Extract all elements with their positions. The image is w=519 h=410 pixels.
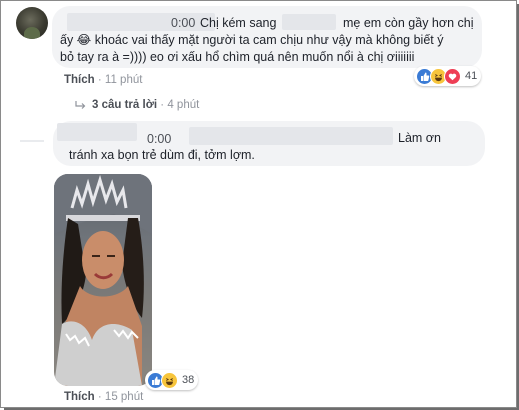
audio-time: 0:00 — [147, 132, 172, 146]
comment-time[interactable]: 15 phút — [105, 391, 143, 403]
reaction-count: 38 — [182, 374, 195, 386]
comment-photo[interactable] — [54, 174, 152, 386]
replies-count-label: 3 câu trả lời — [92, 99, 158, 111]
comment-text-line: ấy 😂 khoác vai thấy mặt người ta cam chị… — [60, 33, 444, 47]
like-link[interactable]: Thích — [64, 74, 95, 86]
meta-separator: · — [97, 74, 102, 86]
meta-separator: · — [97, 391, 102, 403]
reply-arrow-icon — [75, 101, 86, 109]
audio-time: 0:00 — [171, 16, 196, 30]
avatar-placeholder — [20, 140, 44, 142]
comment-text-part: mẹ em còn gầy hơn chị — [343, 16, 474, 30]
haha-icon — [161, 371, 178, 389]
love-icon — [444, 67, 461, 85]
comment-text-part: Chị kém sang — [200, 16, 277, 30]
comment-time[interactable]: 11 phút — [105, 74, 143, 86]
comment-bubble: 0:00 Chị kém sang mẹ em còn gầy hơn chị … — [52, 6, 482, 68]
comment-bubble: 0:00 Làm ơn tránh xa bọn trẻ dùm đi, tởm… — [53, 121, 485, 166]
reaction-summary[interactable]: 41 — [414, 66, 482, 86]
redacted-name — [57, 123, 137, 141]
comment-meta: Thích · 15 phút — [64, 391, 143, 403]
reaction-count: 41 — [465, 70, 478, 82]
comment-meta: Thích · 11 phút — [64, 74, 142, 86]
like-link[interactable]: Thích — [64, 391, 95, 403]
meta-separator: · — [160, 99, 165, 111]
comment-text-line: bỏ tay ra à =)))) eo ơi xấu hổ chìm quá … — [60, 50, 415, 64]
reaction-summary[interactable]: 38 — [145, 370, 199, 390]
comment-text-line: tránh xa bọn trẻ dùm đi, tởm lợm. — [69, 148, 255, 162]
commenter-avatar[interactable] — [16, 7, 48, 39]
redacted-text — [189, 127, 393, 145]
redacted-name — [282, 14, 336, 30]
replies-time: 4 phút — [167, 99, 200, 111]
view-replies-link[interactable]: 3 câu trả lời · 4 phút — [92, 99, 199, 111]
comment-text-part: Làm ơn — [398, 131, 441, 145]
